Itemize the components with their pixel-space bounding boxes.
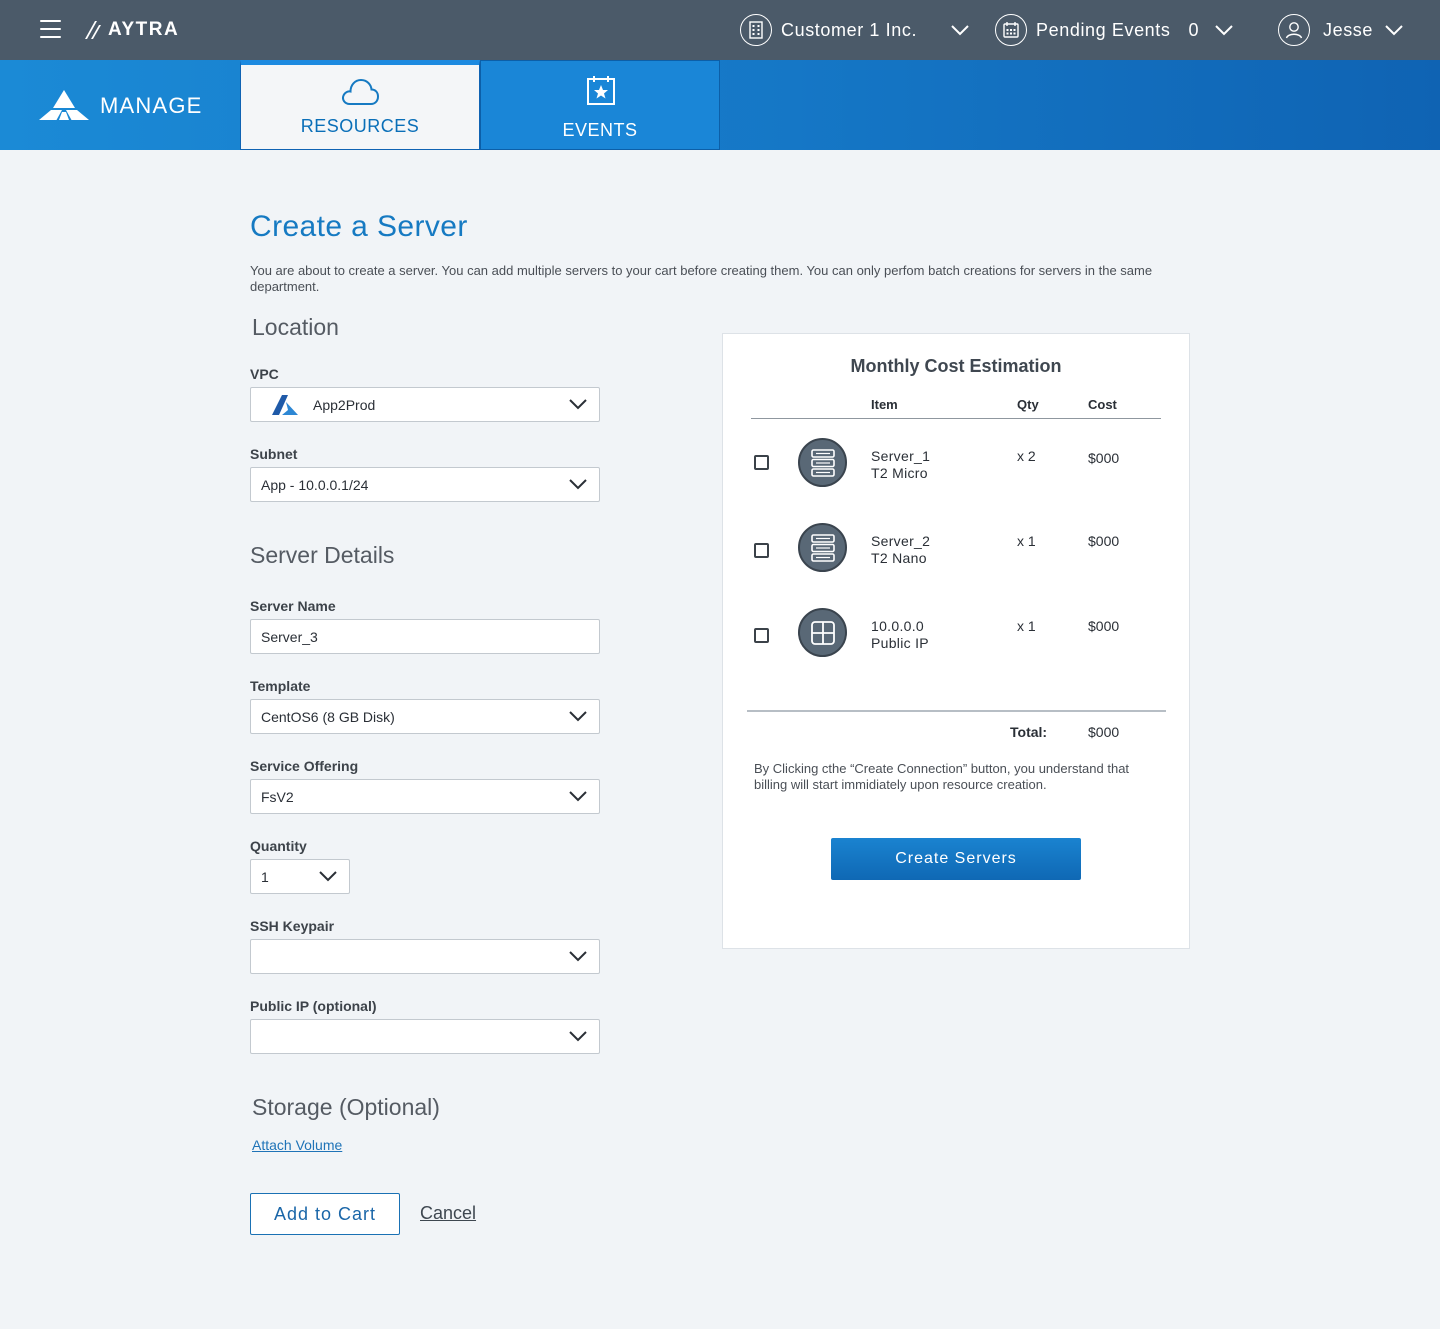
quantity-value: 1 [261, 868, 269, 885]
user-menu[interactable]: Jesse [1278, 13, 1403, 47]
vpc-label: VPC [250, 366, 279, 382]
item-cost: $000 [1088, 533, 1120, 549]
user-avatar-icon [1278, 14, 1310, 46]
brand-name: AYTRA [108, 19, 180, 40]
total-divider [747, 710, 1166, 712]
cloud-icon [342, 78, 380, 105]
chevron-down-icon [1215, 24, 1233, 35]
tab-events-label: EVENTS [562, 120, 638, 140]
location-heading: Location [252, 314, 339, 340]
item-name: Server_1 [871, 448, 931, 464]
server-details-heading: Server Details [250, 542, 395, 568]
chevron-down-icon [569, 791, 587, 802]
customer-name: Customer 1 Inc. [781, 19, 918, 40]
quantity-label: Quantity [250, 838, 307, 854]
item-qty: x 1 [1017, 618, 1036, 634]
calendar-icon [995, 14, 1027, 46]
panel-title: Monthly Cost Estimation [850, 356, 1062, 376]
service-offering-value: FsV2 [261, 788, 294, 805]
top-bar: AYTRA Customer 1 Inc. Pending Events 0 J… [0, 0, 1440, 60]
cart-item-row: Server_1 T2 Micro x 2 $000 [723, 434, 1189, 494]
item-cost: $000 [1088, 450, 1120, 466]
item-subtitle: Public IP [871, 635, 929, 651]
chevron-down-icon [319, 871, 337, 882]
public-ip-select[interactable] [250, 1019, 600, 1054]
row-checkbox[interactable] [754, 455, 769, 470]
chevron-down-icon [951, 24, 969, 35]
mountain-logo-icon [39, 90, 89, 120]
ip-grid-icon [798, 608, 847, 657]
nav-band [0, 60, 1440, 150]
item-qty: x 1 [1017, 533, 1036, 549]
pending-events-selector[interactable]: Pending Events 0 [995, 13, 1233, 47]
chevron-down-icon [569, 1031, 587, 1042]
ssh-keypair-label: SSH Keypair [250, 918, 335, 934]
customer-selector[interactable]: Customer 1 Inc. [740, 13, 969, 47]
subnet-value: App - 10.0.0.1/24 [261, 476, 369, 493]
page-description: You are about to create a server. You ca… [250, 263, 1153, 294]
service-offering-label: Service Offering [250, 758, 359, 774]
storage-heading: Storage (Optional) [252, 1094, 440, 1120]
cancel-link[interactable]: Cancel [420, 1203, 476, 1224]
tab-events[interactable]: EVENTS [480, 60, 720, 150]
chevron-down-icon [569, 951, 587, 962]
cart-item-row: 10.0.0.0 Public IP x 1 $000 [723, 604, 1189, 664]
chevron-down-icon [569, 479, 587, 490]
column-header-cost: Cost [1088, 397, 1117, 412]
cart-item-row: Server_2 T2 Nano x 1 $000 [723, 519, 1189, 579]
attach-volume-link[interactable]: Attach Volume [252, 1137, 342, 1153]
server-name-value: Server_3 [261, 628, 318, 645]
server-name-label: Server Name [250, 598, 336, 614]
item-subtitle: T2 Nano [871, 550, 927, 566]
create-servers-button[interactable]: Create Servers [831, 838, 1081, 880]
item-qty: x 2 [1017, 448, 1036, 464]
subnet-select[interactable]: App - 10.0.0.1/24 [250, 467, 600, 502]
pending-events-label: Pending Events [1036, 19, 1171, 40]
server-icon [798, 523, 847, 572]
chevron-down-icon [569, 399, 587, 410]
item-subtitle: T2 Micro [871, 465, 928, 481]
page-title: Create a Server [250, 210, 468, 243]
row-checkbox[interactable] [754, 628, 769, 643]
server-name-input[interactable]: Server_3 [250, 619, 600, 654]
service-offering-select[interactable]: FsV2 [250, 779, 600, 814]
column-header-item: Item [871, 397, 898, 412]
header-divider [751, 418, 1161, 419]
user-name: Jesse [1323, 19, 1374, 40]
tab-resources[interactable]: RESOURCES [240, 60, 480, 150]
vpc-value: App2Prod [313, 396, 376, 413]
public-ip-label: Public IP (optional) [250, 998, 377, 1014]
server-icon [798, 438, 847, 487]
subnet-label: Subnet [250, 446, 298, 462]
azure-icon [272, 394, 298, 415]
chevron-down-icon [569, 711, 587, 722]
item-cost: $000 [1088, 618, 1120, 634]
vpc-select[interactable]: App2Prod [250, 387, 600, 422]
ssh-keypair-select[interactable] [250, 939, 600, 974]
template-value: CentOS6 (8 GB Disk) [261, 708, 395, 725]
total-value: $000 [1088, 724, 1120, 740]
chevron-down-icon [1385, 24, 1403, 35]
template-label: Template [250, 678, 311, 694]
aytra-logo-icon [85, 21, 101, 39]
template-select[interactable]: CentOS6 (8 GB Disk) [250, 699, 600, 734]
brand-logo[interactable]: AYTRA [82, 15, 179, 45]
add-to-cart-button[interactable]: Add to Cart [250, 1193, 400, 1235]
quantity-select[interactable]: 1 [250, 859, 350, 894]
calendar-star-icon [587, 76, 615, 105]
tab-resources-label: RESOURCES [300, 116, 420, 136]
column-header-qty: Qty [1017, 397, 1039, 412]
row-checkbox[interactable] [754, 543, 769, 558]
total-label: Total: [1010, 724, 1048, 740]
item-name: 10.0.0.0 [871, 618, 924, 634]
pending-events-count: 0 [1188, 19, 1200, 40]
billing-note: By Clicking cthe “Create Connection” but… [754, 761, 1130, 792]
cost-estimation-panel: Monthly Cost Estimation Item Qty Cost Se… [722, 333, 1190, 949]
hamburger-menu-icon[interactable] [40, 20, 61, 38]
building-icon [740, 14, 772, 46]
manage-label: MANAGE [100, 93, 203, 118]
manage-app-title[interactable]: MANAGE [38, 88, 203, 124]
item-name: Server_2 [871, 533, 931, 549]
